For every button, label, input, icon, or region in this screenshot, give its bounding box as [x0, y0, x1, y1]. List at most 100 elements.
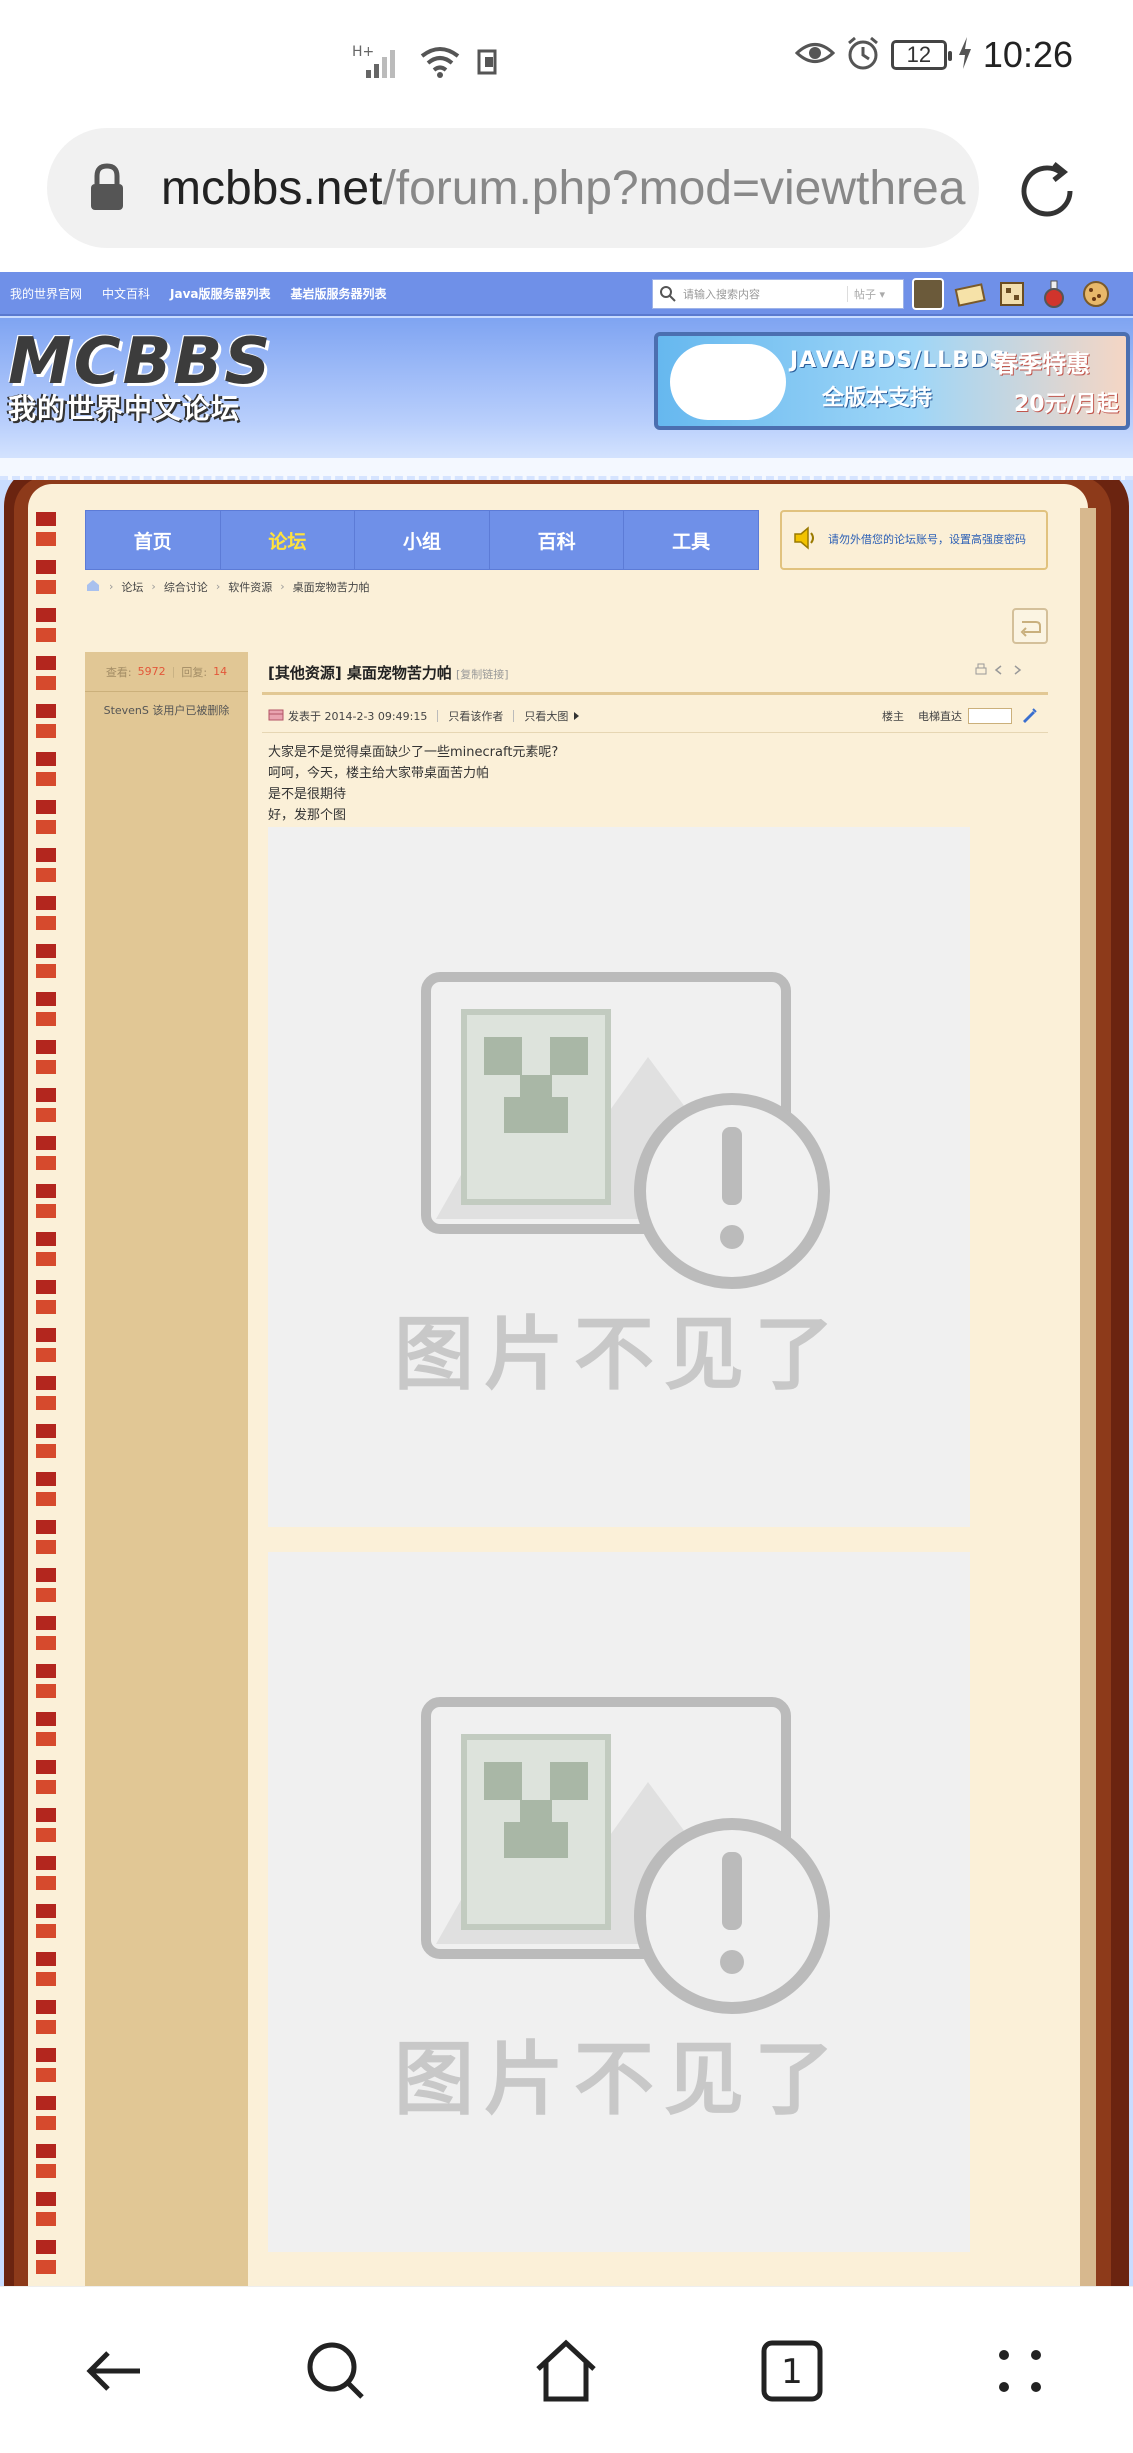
signal-icon: H+	[352, 42, 404, 86]
replies-label: 回复:	[181, 665, 208, 679]
potion-icon[interactable]	[1038, 278, 1070, 310]
menu-dots-icon[interactable]	[984, 2335, 1056, 2407]
search-input[interactable]: 请输入搜索内容	[683, 286, 847, 302]
site-top-nav: 我的世界官网 中文百科 Java版服务器列表 基岩版服务器列表 请输入搜索内容 …	[0, 272, 1133, 316]
network-indicators: H+	[352, 42, 502, 86]
banner-promo2: 20元/月起	[1014, 392, 1119, 417]
post-line: 是不是很期待	[268, 787, 347, 802]
missing-image-text: 图片不见了	[394, 1308, 844, 1401]
security-notice: 请勿外借您的论坛账号，设置高强度密码	[780, 510, 1048, 570]
author-name[interactable]: StevenS 该用户已被删除	[85, 702, 248, 718]
tabs-icon[interactable]: 1	[756, 2335, 828, 2407]
return-list-icon[interactable]	[1012, 608, 1048, 644]
decorative-border	[36, 512, 56, 2286]
url-path: /forum.php?mod=viewthrea	[382, 161, 966, 215]
nav-tools[interactable]: 工具	[624, 511, 758, 569]
nav-wiki[interactable]: 百科	[490, 511, 625, 569]
author-sidebar	[85, 652, 248, 2286]
cloud-logo-icon	[670, 344, 786, 420]
search-icon[interactable]	[653, 285, 683, 303]
cookie-icon[interactable]	[1080, 278, 1112, 310]
only-big-image-link[interactable]: 只看大图	[524, 708, 568, 724]
next-thread-icon[interactable]	[1010, 662, 1024, 676]
status-bar: H+ 12 10:26	[0, 0, 1133, 120]
post-line: 呵呵，今天，楼主给大家带桌面苦力帕	[268, 766, 490, 781]
elevator-label: 电梯直达	[918, 710, 962, 723]
ad-banner[interactable]: JAVA/BDS/LLBDS 全版本支持 春季特惠 20元/月起	[654, 332, 1130, 430]
notice-text: 请勿外借您的论坛账号，设置高强度密码	[828, 533, 1026, 546]
clock: 10:26	[982, 34, 1073, 75]
lock-icon	[87, 162, 127, 214]
charging-icon	[957, 37, 973, 73]
top-link-official[interactable]: 我的世界官网	[10, 285, 82, 302]
user-icons	[912, 278, 1112, 310]
breadcrumb-software[interactable]: 软件资源	[228, 579, 272, 595]
reload-icon[interactable]	[1014, 158, 1080, 224]
logo-text: MCBBS	[8, 325, 273, 399]
sim-icon	[476, 47, 502, 81]
battery-icon: 12	[890, 40, 952, 70]
address-bar[interactable]: mcbbs.net/forum.php?mod=viewthrea	[47, 128, 979, 248]
alarm-icon	[845, 35, 881, 75]
meta-divider	[262, 732, 1048, 733]
nav-forum[interactable]: 论坛	[221, 511, 356, 569]
prev-thread-icon[interactable]	[992, 662, 1006, 676]
avatar[interactable]	[912, 278, 944, 310]
url-text[interactable]: mcbbs.net/forum.php?mod=viewthrea	[161, 161, 965, 216]
envelope-icon[interactable]	[954, 278, 986, 310]
logo-subtitle: 我的世界中文论坛	[8, 392, 241, 425]
breadcrumb: › 论坛 › 综合讨论 › 软件资源 › 桌面宠物苦力帕	[85, 578, 370, 595]
top-links: 我的世界官网 中文百科 Java版服务器列表 基岩版服务器列表	[10, 285, 387, 302]
banner-line1: JAVA/BDS/LLBDS	[790, 348, 1007, 373]
top-link-wiki[interactable]: 中文百科	[102, 285, 150, 302]
post-date: 发表于 2014-2-3 09:49:15	[288, 710, 428, 723]
thread-stats: 查看: 5972 | 回复: 14	[85, 652, 248, 692]
only-author-link[interactable]: 只看该作者	[448, 708, 503, 724]
views-label: 查看:	[105, 665, 132, 679]
triangle-right-icon	[574, 712, 580, 720]
banner-line2: 全版本支持	[822, 386, 933, 411]
post-line: 好，发那个图	[268, 808, 347, 823]
site-logo[interactable]: MCBBS 我的世界中文论坛	[8, 325, 273, 424]
elevator-input[interactable]	[968, 708, 1012, 724]
search-icon[interactable]	[300, 2335, 372, 2407]
missing-image-text: 图片不见了	[394, 2033, 844, 2126]
back-arrow-icon[interactable]	[78, 2335, 150, 2407]
right-edge	[1080, 508, 1096, 2286]
network-type-label: H+	[352, 44, 374, 60]
post-meta: 发表于 2014-2-3 09:49:15 只看该作者 只看大图 楼主 电梯直达	[268, 704, 1038, 728]
print-icon[interactable]	[974, 662, 988, 676]
home-icon[interactable]	[85, 578, 101, 595]
svg-text:1: 1	[781, 2352, 803, 2392]
nav-groups[interactable]: 小组	[355, 511, 490, 569]
online-status-icon	[268, 708, 288, 725]
nav-home[interactable]: 首页	[86, 511, 221, 569]
missing-image[interactable]: 图片不见了	[268, 1552, 970, 2252]
breadcrumb-thread[interactable]: 桌面宠物苦力帕	[293, 579, 370, 595]
thread-title-text: [其他资源] 桌面宠物苦力帕	[268, 664, 452, 682]
status-right: 12 10:26	[794, 34, 1073, 76]
main-nav: 首页 论坛 小组 百科 工具	[85, 510, 759, 570]
site-search[interactable]: 请输入搜索内容 帖子 ▾	[652, 279, 904, 309]
banner-promo1: 春季特惠	[994, 350, 1090, 378]
floor-label: 楼主	[882, 710, 904, 723]
breadcrumb-general[interactable]: 综合讨论	[164, 579, 208, 595]
jump-pen-icon[interactable]	[1012, 706, 1038, 727]
top-link-bedrock-servers[interactable]: 基岩版服务器列表	[291, 285, 387, 302]
replies-count: 14	[213, 665, 228, 678]
speaker-icon	[792, 525, 818, 555]
home-icon[interactable]	[530, 2335, 602, 2407]
web-page: 我的世界官网 中文百科 Java版服务器列表 基岩版服务器列表 请输入搜索内容 …	[0, 272, 1133, 2286]
search-scope-label: 帖子	[854, 288, 876, 301]
copy-link[interactable]: [复制链接]	[456, 666, 509, 682]
breadcrumb-forum[interactable]: 论坛	[121, 579, 143, 595]
eye-icon	[794, 38, 836, 72]
block-icon[interactable]	[996, 278, 1028, 310]
top-link-java-servers[interactable]: Java版服务器列表	[170, 285, 270, 302]
title-tools	[974, 662, 1024, 676]
missing-image[interactable]: 图片不见了	[268, 827, 970, 1527]
snow-border	[0, 458, 1133, 480]
search-scope-select[interactable]: 帖子 ▾	[847, 286, 903, 302]
post-body: 大家是不是觉得桌面缺少了一些minecraft元素呢? 呵呵，今天，楼主给大家带…	[268, 742, 558, 826]
post-line: 大家是不是觉得桌面缺少了一些minecraft元素呢?	[268, 745, 559, 760]
